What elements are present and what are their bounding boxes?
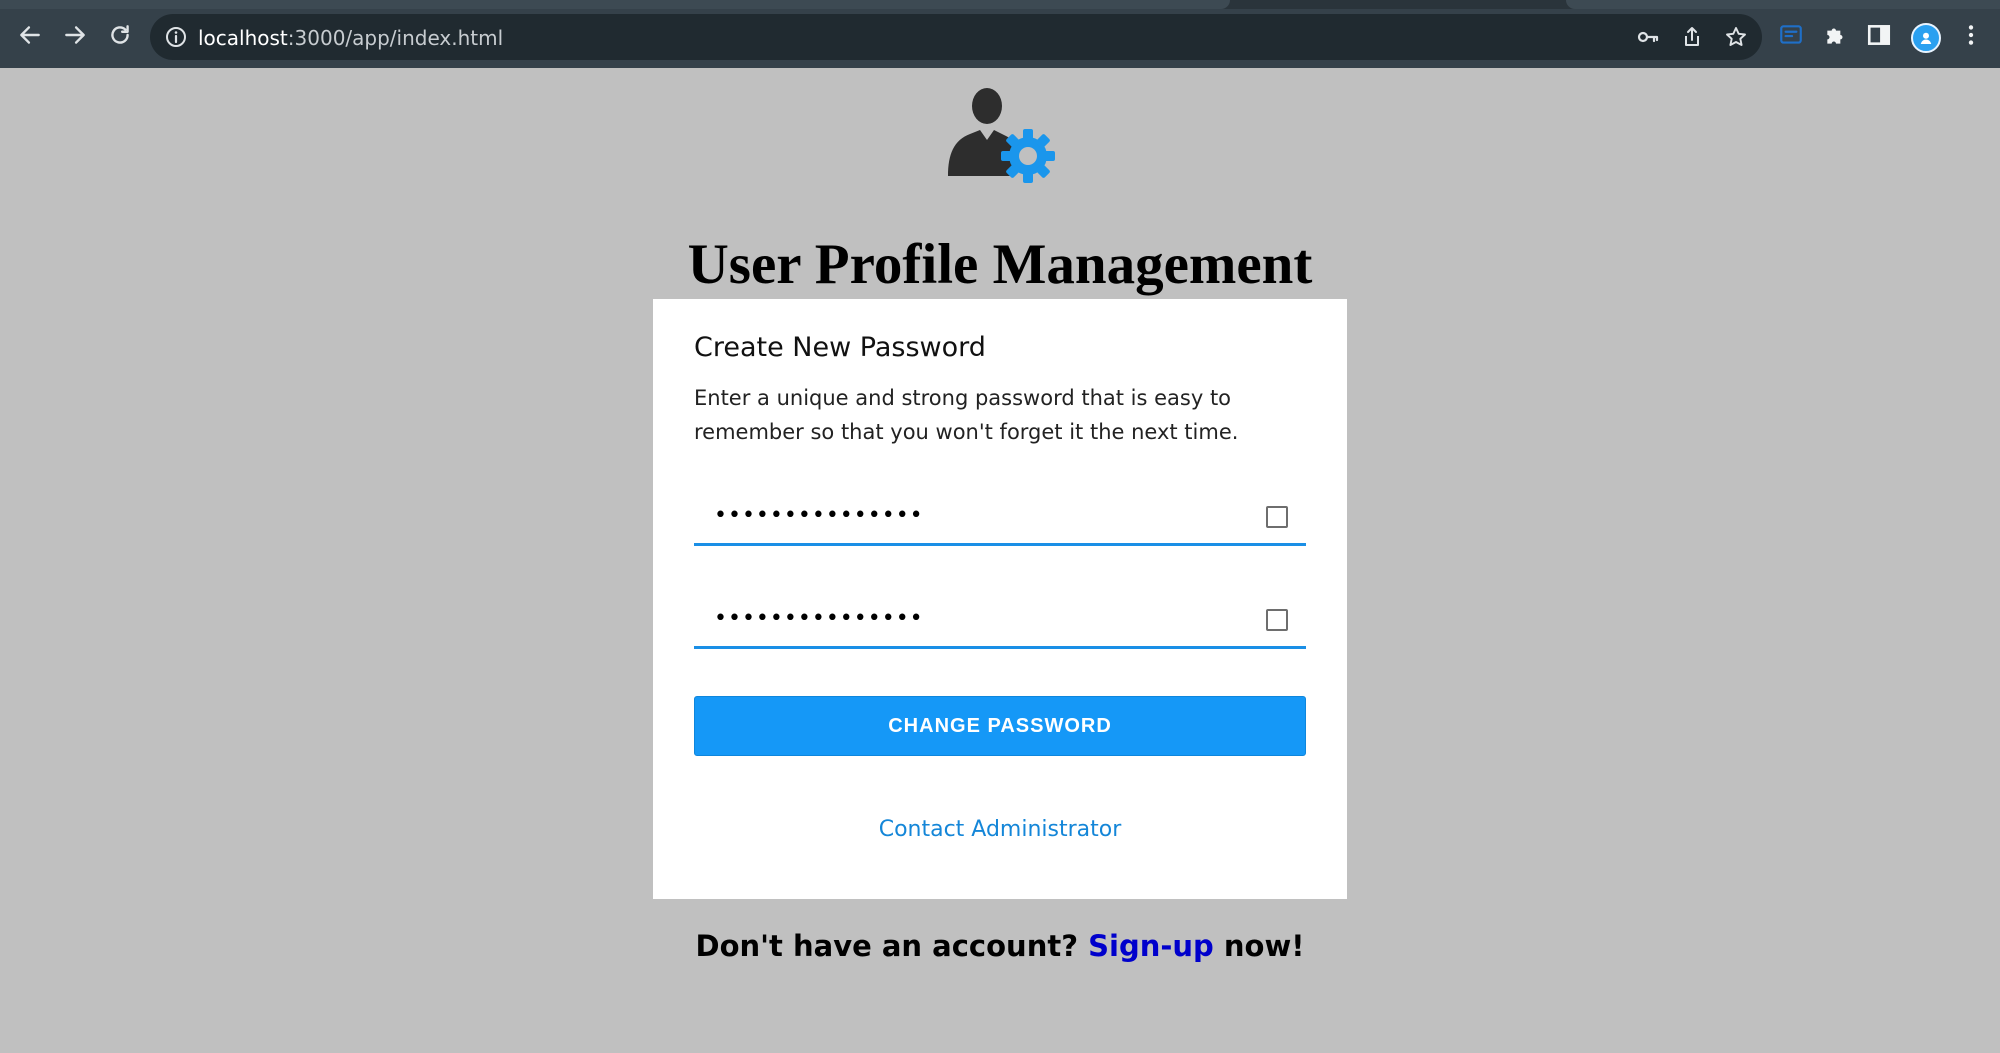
more-vert-icon[interactable]: [1958, 22, 1984, 48]
signup-prompt: Don't have an account? Sign-up now!: [0, 929, 2000, 963]
forward-button[interactable]: [58, 18, 92, 52]
browser-toolbar: localhost:3000/app/index.html: [0, 0, 2000, 68]
signup-prefix: Don't have an account?: [695, 929, 1089, 963]
tab[interactable]: [1566, 0, 2000, 9]
show-confirm-password-checkbox[interactable]: [1266, 609, 1288, 631]
puzzle-icon[interactable]: [1823, 22, 1849, 48]
change-password-button[interactable]: CHANGE PASSWORD: [694, 696, 1306, 756]
profile-avatar[interactable]: [1911, 23, 1941, 53]
url-text[interactable]: localhost:3000/app/index.html: [198, 26, 503, 50]
url-path: :3000/app/index.html: [287, 26, 504, 50]
reload-icon: [111, 25, 129, 44]
card-description: Enter a unique and strong password that …: [694, 386, 1239, 444]
password-card: Create New Password Enter a unique and s…: [653, 299, 1347, 899]
new-password-field[interactable]: [694, 488, 1306, 546]
card-title: Create New Password: [694, 332, 986, 363]
back-button[interactable]: [13, 18, 47, 52]
url-host: localhost: [198, 26, 288, 50]
tab-strip: [0, 0, 2000, 9]
forward-arrow-icon: [65, 26, 85, 44]
star-icon[interactable]: [1724, 25, 1748, 49]
user-gear-icon: [948, 88, 1055, 183]
tab[interactable]: [0, 0, 1230, 9]
confirm-password-input[interactable]: [694, 591, 1234, 645]
page-title: User Profile Management: [687, 233, 1313, 296]
new-password-input[interactable]: [694, 488, 1234, 542]
show-password-checkbox[interactable]: [1266, 506, 1288, 528]
extension-icon[interactable]: [1778, 22, 1804, 48]
signup-link[interactable]: Sign-up: [1088, 929, 1214, 963]
back-arrow-icon: [20, 26, 40, 44]
profile-person-icon: [1920, 32, 1932, 44]
key-icon[interactable]: [1636, 25, 1660, 49]
signup-suffix: now!: [1213, 929, 1305, 963]
reload-button[interactable]: [103, 18, 137, 52]
share-icon[interactable]: [1680, 25, 1704, 49]
confirm-password-field[interactable]: [694, 591, 1306, 649]
address-bar[interactable]: localhost:3000/app/index.html: [150, 14, 1762, 60]
contact-administrator-link[interactable]: Contact Administrator: [653, 817, 1347, 842]
side-panel-icon[interactable]: [1866, 22, 1892, 48]
info-icon[interactable]: [164, 25, 188, 49]
